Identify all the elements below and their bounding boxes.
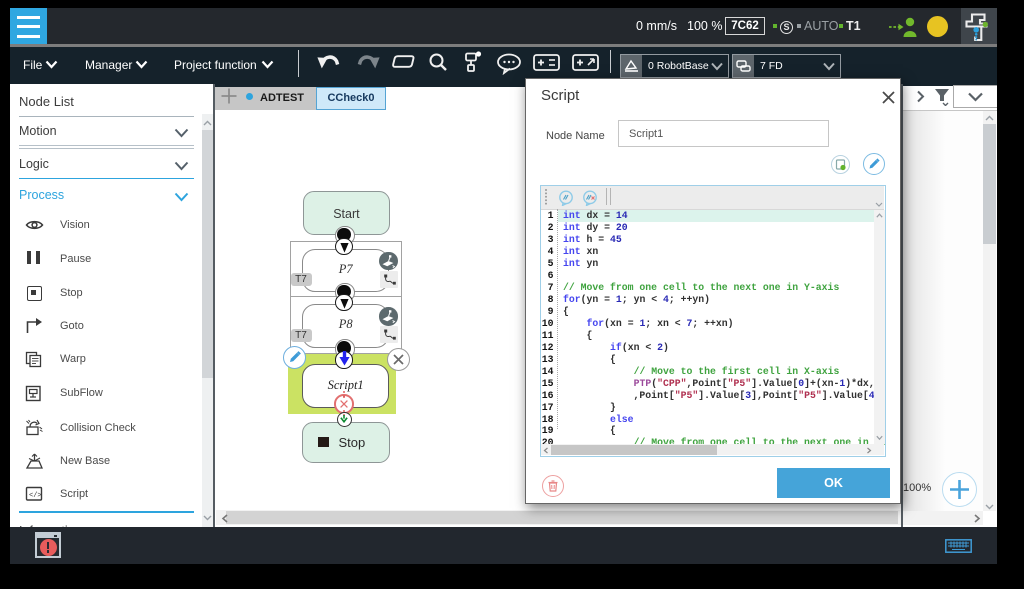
svg-text:</>: </> (29, 492, 42, 500)
